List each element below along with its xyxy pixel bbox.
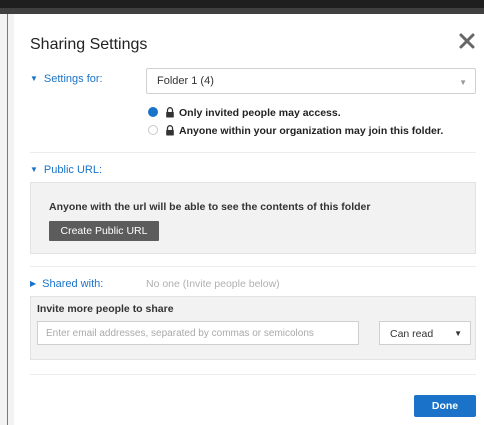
collapse-triangle-icon: ▼: [30, 165, 38, 174]
settings-for-label: Settings for:: [43, 73, 103, 85]
section-divider: [30, 266, 476, 267]
invite-panel: Invite more people to share Can read ▼: [30, 296, 476, 360]
close-icon[interactable]: [458, 32, 476, 50]
chevron-down-icon: ▼: [459, 78, 467, 87]
shared-with-label: Shared with:: [42, 278, 104, 290]
lock-icon: [166, 107, 174, 118]
create-public-url-button[interactable]: Create Public URL: [49, 221, 159, 241]
dialog-title: Sharing Settings: [30, 36, 148, 53]
background-window-strip: [0, 14, 14, 425]
background-divider: [7, 14, 8, 425]
folder-select-value: Folder 1 (4): [157, 75, 214, 87]
shared-with-value: No one (Invite people below): [146, 278, 280, 290]
section-divider: [30, 374, 476, 375]
shared-with-toggle[interactable]: ▶ Shared with:: [30, 278, 103, 290]
done-button[interactable]: Done: [414, 395, 476, 417]
expand-triangle-icon: ▶: [30, 279, 37, 288]
access-option-label: Only invited people may access.: [179, 107, 341, 119]
invite-email-input[interactable]: [37, 321, 359, 345]
public-url-description: Anyone with the url will be able to see …: [49, 201, 371, 213]
section-divider: [30, 152, 476, 153]
settings-for-toggle[interactable]: ▼ Settings for:: [30, 73, 103, 85]
radio-unselected[interactable]: [148, 125, 158, 135]
folder-select[interactable]: Folder 1 (4) ▼: [146, 68, 476, 94]
lock-icon: [166, 125, 174, 136]
public-url-panel: Anyone with the url will be able to see …: [30, 182, 476, 254]
access-option-label: Anyone within your organization may join…: [179, 125, 444, 137]
chevron-down-icon: ▼: [454, 329, 462, 338]
permission-select[interactable]: Can read ▼: [379, 321, 471, 345]
collapse-triangle-icon: ▼: [30, 74, 38, 83]
sharing-settings-dialog: Sharing Settings ▼ Settings for: Folder 1…: [14, 14, 484, 425]
permission-select-value: Can read: [390, 328, 434, 340]
public-url-toggle[interactable]: ▼ Public URL:: [30, 164, 102, 176]
radio-selected[interactable]: [148, 107, 158, 117]
invite-title: Invite more people to share: [37, 303, 174, 315]
public-url-label: Public URL:: [43, 164, 102, 176]
